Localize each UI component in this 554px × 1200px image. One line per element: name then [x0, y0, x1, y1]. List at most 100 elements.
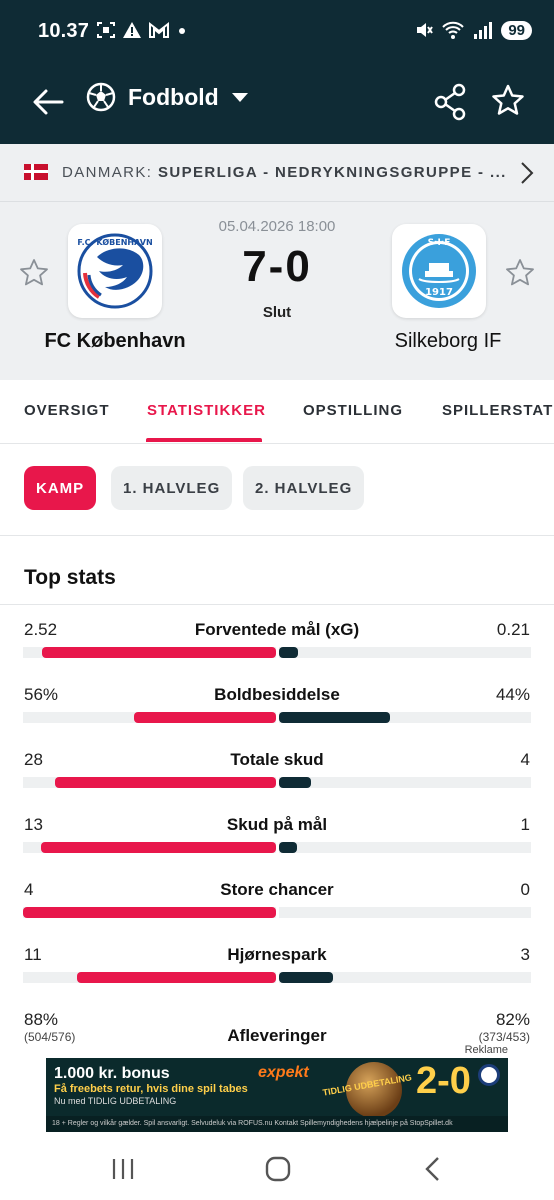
tab-spillerstatistik[interactable]: SPILLERSTATI	[442, 402, 554, 419]
stat-home-value: 28	[24, 750, 43, 769]
gmail-icon	[149, 21, 169, 38]
stat-label: Afleveringer	[227, 1026, 327, 1045]
dot-icon	[179, 28, 185, 34]
chevron-right-icon	[521, 162, 534, 184]
status-bar: 10.37 99	[0, 0, 554, 64]
match-datetime: 05.04.2026 18:00	[218, 218, 336, 235]
stat-home-bar	[40, 842, 276, 853]
league-bar[interactable]: DANMARK: SUPERLIGA - NEDRYKNINGSGRUPPE -…	[0, 144, 554, 202]
stat-away-value: 82%	[495, 1010, 530, 1029]
league-name: DANMARK: SUPERLIGA - NEDRYKNINGSGRUPPE -…	[62, 164, 512, 181]
share-icon[interactable]	[432, 82, 468, 122]
screenshot-icon	[97, 22, 115, 38]
stat-away-bar	[279, 647, 299, 658]
stat-home-value: 4	[24, 880, 34, 899]
mute-icon	[417, 23, 434, 37]
ad-subline: Få freebets retur, hvis dine spil tabes	[54, 1083, 248, 1095]
stat-row: 28 Totale skud 4	[0, 750, 554, 810]
stat-home-bar	[42, 647, 276, 658]
notification-icons	[96, 21, 188, 39]
stat-away-bar	[279, 972, 333, 983]
warning-icon	[123, 22, 141, 38]
stat-label: Hjørnespark	[227, 945, 327, 964]
stat-label: Store chancer	[220, 880, 334, 899]
back-arrow-icon[interactable]	[28, 82, 68, 122]
stat-row: 2.52 Forventede mål (xG) 0.21	[0, 620, 554, 680]
home-team-crest[interactable]: F.C. KØBENHAVN	[68, 224, 162, 318]
favorite-home-star-icon[interactable]	[18, 257, 50, 289]
sport-title: Fodbold	[128, 83, 219, 110]
caret-down-icon	[231, 93, 248, 102]
wifi-icon	[442, 21, 465, 39]
chip-first-half[interactable]: 1. HALVLEG	[111, 466, 233, 510]
stat-away-bar	[279, 712, 390, 723]
app-bar: Fodbold	[0, 64, 554, 144]
stat-away-track	[279, 777, 531, 788]
home-icon[interactable]	[263, 1156, 293, 1182]
star-icon[interactable]	[490, 82, 526, 122]
active-tab-indicator	[146, 438, 262, 442]
stat-away-track	[279, 647, 531, 658]
battery-badge: 99	[501, 20, 532, 40]
silkeborg-logo-icon: S·I·F 1917	[402, 234, 476, 308]
stat-home-bar	[54, 777, 276, 788]
ad-label: Reklame	[464, 1044, 508, 1056]
stat-away-subvalue: (373/453)	[478, 1030, 530, 1044]
fc-kobenhavn-logo-icon: F.C. KØBENHAVN	[77, 233, 153, 309]
stat-label: Boldbesiddelse	[214, 685, 340, 704]
favorite-away-star-icon[interactable]	[504, 257, 536, 289]
match-header: F.C. KØBENHAVN 05.04.2026 18:00 7-0 Slut…	[0, 202, 554, 380]
away-team-crest[interactable]: S·I·F 1917	[392, 224, 486, 318]
sport-selector[interactable]: Fodbold	[86, 82, 249, 112]
stat-row: 56% Boldbesiddelse 44%	[0, 685, 554, 745]
period-filter: KAMP 1. HALVLEG 2. HALVLEG	[0, 444, 554, 536]
stat-label: Skud på mål	[226, 815, 328, 834]
stat-home-value: 13	[24, 815, 43, 834]
away-crest-year: 1917	[425, 287, 453, 298]
tab-oversigt[interactable]: OVERSIGT	[24, 402, 110, 419]
stat-away-track	[279, 712, 531, 723]
stat-home-bar	[134, 712, 276, 723]
recent-apps-icon[interactable]	[108, 1156, 138, 1182]
stat-away-track	[279, 972, 531, 983]
stat-away-value: 0.21	[496, 620, 530, 639]
home-team-name[interactable]: FC København	[20, 330, 210, 353]
match-score: 7-0	[242, 242, 312, 291]
system-back-icon[interactable]	[418, 1156, 448, 1182]
stat-away-bar	[279, 777, 311, 788]
match-tabs: OVERSIGT STATISTIKKER OPSTILLING SPILLER…	[0, 380, 554, 444]
stat-row: 13 Skud på mål 1	[0, 815, 554, 875]
stat-away-track	[279, 842, 531, 853]
ad-brand: expekt	[258, 1064, 309, 1081]
match-status: Slut	[262, 304, 292, 321]
stat-home-track	[23, 777, 276, 788]
system-nav-bar	[0, 1140, 554, 1200]
ad-headline: 1.000 kr. bonus	[54, 1065, 170, 1082]
ad-banner[interactable]: 1.000 kr. bonus Få freebets retur, hvis …	[46, 1058, 508, 1132]
section-divider	[0, 604, 554, 605]
signal-icon	[474, 22, 493, 39]
denmark-flag-icon	[24, 164, 48, 180]
stat-row: 11 Hjørnespark 3	[0, 945, 554, 1005]
stat-label: Totale skud	[230, 750, 324, 769]
away-team-name[interactable]: Silkeborg IF	[360, 330, 536, 353]
stat-home-value: 88%	[24, 1010, 59, 1029]
stat-home-track	[23, 712, 276, 723]
soccer-ball-icon	[86, 82, 116, 112]
ad-tagline: Nu med TIDLIG UDBETALING	[54, 1096, 177, 1106]
section-title: Top stats	[24, 566, 116, 589]
tab-opstilling[interactable]: OPSTILLING	[303, 402, 403, 419]
system-icons: 99	[415, 20, 532, 40]
chip-second-half[interactable]: 2. HALVLEG	[243, 466, 365, 510]
stat-away-value: 44%	[495, 685, 530, 704]
tab-statistikker[interactable]: STATISTIKKER	[147, 402, 266, 419]
status-time: 10.37	[38, 20, 90, 42]
stat-home-track	[23, 647, 276, 658]
league-competition: SUPERLIGA - NEDRYKNINGSGRUPPE - ...	[157, 164, 507, 181]
stat-away-value: 4	[520, 750, 530, 769]
stat-away-value: 0	[520, 880, 530, 899]
ad-legal-text: 18 + Regler og vilkår gælder. Spil ansva…	[46, 1116, 508, 1132]
ad-club-logo-icon	[478, 1064, 500, 1086]
stat-away-track	[279, 907, 531, 918]
chip-kamp[interactable]: KAMP	[24, 466, 97, 510]
